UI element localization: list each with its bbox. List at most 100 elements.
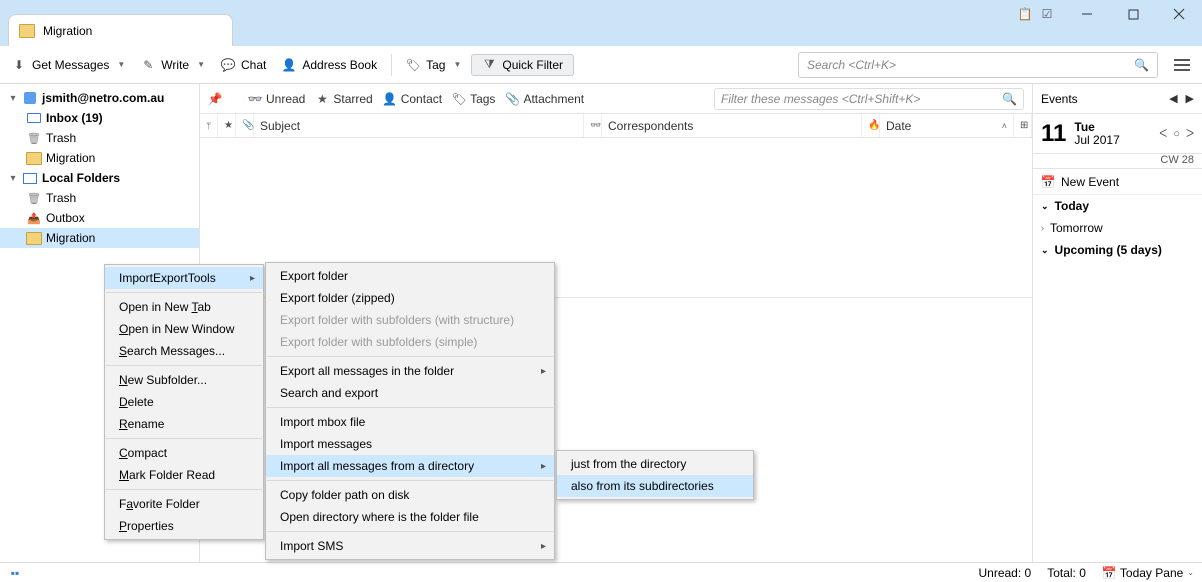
col-junk[interactable]: 🔥: [862, 114, 880, 137]
get-messages-button[interactable]: ⬇ Get Messages ▼: [6, 54, 131, 76]
next-icon[interactable]: ᐳ: [1186, 127, 1194, 140]
address-book-button[interactable]: 👤 Address Book: [276, 54, 383, 76]
tab-migration[interactable]: Migration: [8, 14, 233, 46]
menu-mark-folder-read[interactable]: Mark Folder Read: [105, 464, 263, 486]
inbox-row[interactable]: Inbox (19): [0, 108, 199, 128]
menu-export-folder[interactable]: Export folder: [266, 265, 554, 287]
new-event-button[interactable]: 📅 New Event: [1033, 169, 1202, 195]
paperclip-icon: 📎: [505, 92, 519, 106]
menu-search-and-export[interactable]: Search and export: [266, 382, 554, 404]
menu-also-from-sub[interactable]: also from its subdirectories: [557, 475, 753, 497]
filter-unread[interactable]: 👓Unread: [248, 92, 305, 106]
menu-properties[interactable]: Properties: [105, 515, 263, 537]
folder-icon: [19, 24, 35, 38]
migration-row[interactable]: Migration: [0, 148, 199, 168]
write-button[interactable]: ✎ Write ▼: [135, 54, 211, 76]
menu-import-sms[interactable]: Import SMS▸: [266, 535, 554, 557]
filter-contact[interactable]: 👤Contact: [383, 92, 442, 106]
group-upcoming[interactable]: ⌄Upcoming (5 days): [1033, 239, 1202, 261]
col-date[interactable]: Date˄: [880, 114, 1014, 137]
twisty-icon[interactable]: ▾: [8, 93, 18, 104]
menu-delete[interactable]: Delete: [105, 391, 263, 413]
maximize-button[interactable]: [1110, 0, 1156, 28]
lf-outbox-row[interactable]: Outbox: [0, 208, 199, 228]
tasks-icon[interactable]: ☑: [1040, 7, 1054, 21]
today-icon[interactable]: ○: [1173, 128, 1180, 140]
message-column-headers: ᛘ ★ 📎 Subject 👓 Correspondents 🔥 Date˄ ⊞: [200, 114, 1032, 138]
menu-new-subfolder[interactable]: New Subfolder...: [105, 369, 263, 391]
write-label: Write: [161, 58, 189, 72]
chevron-down-icon: ▼: [453, 60, 461, 69]
filter-placeholder: Filter these messages <Ctrl+Shift+K>: [721, 92, 920, 106]
minimize-button[interactable]: [1064, 0, 1110, 28]
account-row[interactable]: ▾ jsmith@netro.com.au: [0, 88, 199, 108]
menu-just-from-dir[interactable]: just from the directory: [557, 453, 753, 475]
menu-import-mbox[interactable]: Import mbox file: [266, 411, 554, 433]
menu-open-new-window[interactable]: Open in New Window: [105, 318, 263, 340]
col-subject[interactable]: Subject: [254, 114, 584, 137]
menu-import-messages[interactable]: Import messages: [266, 433, 554, 455]
menu-compact[interactable]: Compact: [105, 442, 263, 464]
server-icon: [22, 91, 38, 105]
calendar-icon: 📅: [1102, 566, 1116, 580]
calendar-icon[interactable]: 📋: [1018, 7, 1032, 21]
col-correspondents[interactable]: Correspondents: [602, 114, 862, 137]
unread-icon: 👓: [248, 92, 262, 106]
lf-migration-row[interactable]: Migration: [0, 228, 199, 248]
separator: [391, 54, 392, 76]
chat-label: Chat: [241, 58, 266, 72]
group-today[interactable]: ⌄Today: [1033, 195, 1202, 217]
calendar-plus-icon: 📅: [1041, 175, 1055, 189]
menu-copy-folder-path[interactable]: Copy folder path on disk: [266, 484, 554, 506]
prev-day-button[interactable]: ◀: [1169, 92, 1177, 105]
contact-icon: 👤: [383, 92, 397, 106]
tag-icon: 🏷: [452, 92, 466, 106]
menu-favorite-folder[interactable]: Favorite Folder: [105, 493, 263, 515]
chevron-right-icon: ▸: [541, 366, 546, 377]
twisty-icon[interactable]: ▾: [8, 173, 18, 184]
menu-import-all-from-dir[interactable]: Import all messages from a directory▸: [266, 455, 554, 477]
menu-export-all-messages[interactable]: Export all messages in the folder▸: [266, 360, 554, 382]
today-pane-toggle[interactable]: 📅 Today Pane ⌄: [1102, 566, 1194, 580]
menu-rename[interactable]: Rename: [105, 413, 263, 435]
filter-attachment[interactable]: 📎Attachment: [505, 92, 584, 106]
address-book-label: Address Book: [302, 58, 377, 72]
trash-row[interactable]: Trash: [0, 128, 199, 148]
chevron-right-icon: ▸: [541, 461, 546, 472]
quick-filter-button[interactable]: ⧩ Quick Filter: [471, 54, 574, 76]
chevron-right-icon: ▸: [250, 273, 255, 284]
col-read[interactable]: 👓: [584, 114, 602, 137]
global-search-input[interactable]: Search <Ctrl+K> 🔍: [798, 52, 1158, 78]
col-star[interactable]: ★: [218, 114, 236, 137]
lf-trash-row[interactable]: Trash: [0, 188, 199, 208]
col-picker[interactable]: ⊞: [1014, 114, 1032, 137]
prev-icon[interactable]: ᐸ: [1159, 127, 1167, 140]
day-name: Tue: [1074, 121, 1119, 134]
chat-button[interactable]: 💬 Chat: [215, 54, 272, 76]
menu-import-export-tools[interactable]: ImportExportTools▸: [105, 267, 263, 289]
next-day-button[interactable]: ▶: [1186, 92, 1194, 105]
group-tomorrow[interactable]: ›Tomorrow: [1033, 217, 1202, 239]
col-thread[interactable]: ᛘ: [200, 114, 218, 137]
filter-tags[interactable]: 🏷Tags: [452, 92, 495, 106]
day-number: 11: [1041, 120, 1066, 148]
app-menu-button[interactable]: [1168, 52, 1196, 78]
menu-export-folder-zipped[interactable]: Export folder (zipped): [266, 287, 554, 309]
inbox-icon: [26, 111, 42, 125]
filter-starred[interactable]: ★Starred: [315, 92, 372, 106]
menu-search-messages[interactable]: Search Messages...: [105, 340, 263, 362]
activity-icon[interactable]: ▪▪: [8, 566, 22, 580]
filter-messages-input[interactable]: Filter these messages <Ctrl+Shift+K> 🔍: [714, 88, 1024, 110]
tag-button[interactable]: 🏷 Tag ▼: [400, 54, 467, 76]
local-folders-label: Local Folders: [42, 171, 120, 185]
col-attachment[interactable]: 📎: [236, 114, 254, 137]
tag-icon: 🏷: [406, 58, 420, 72]
close-button[interactable]: [1156, 0, 1202, 28]
menu-open-new-tab[interactable]: Open in New Tab: [105, 296, 263, 318]
menu-open-directory[interactable]: Open directory where is the folder file: [266, 506, 554, 528]
lf-migration-label: Migration: [46, 231, 95, 245]
pin-icon[interactable]: 📌: [208, 92, 222, 106]
local-folders-row[interactable]: ▾ Local Folders: [0, 168, 199, 188]
trash-icon: [26, 191, 42, 205]
title-bar: Migration 📋 ☑: [0, 0, 1202, 46]
